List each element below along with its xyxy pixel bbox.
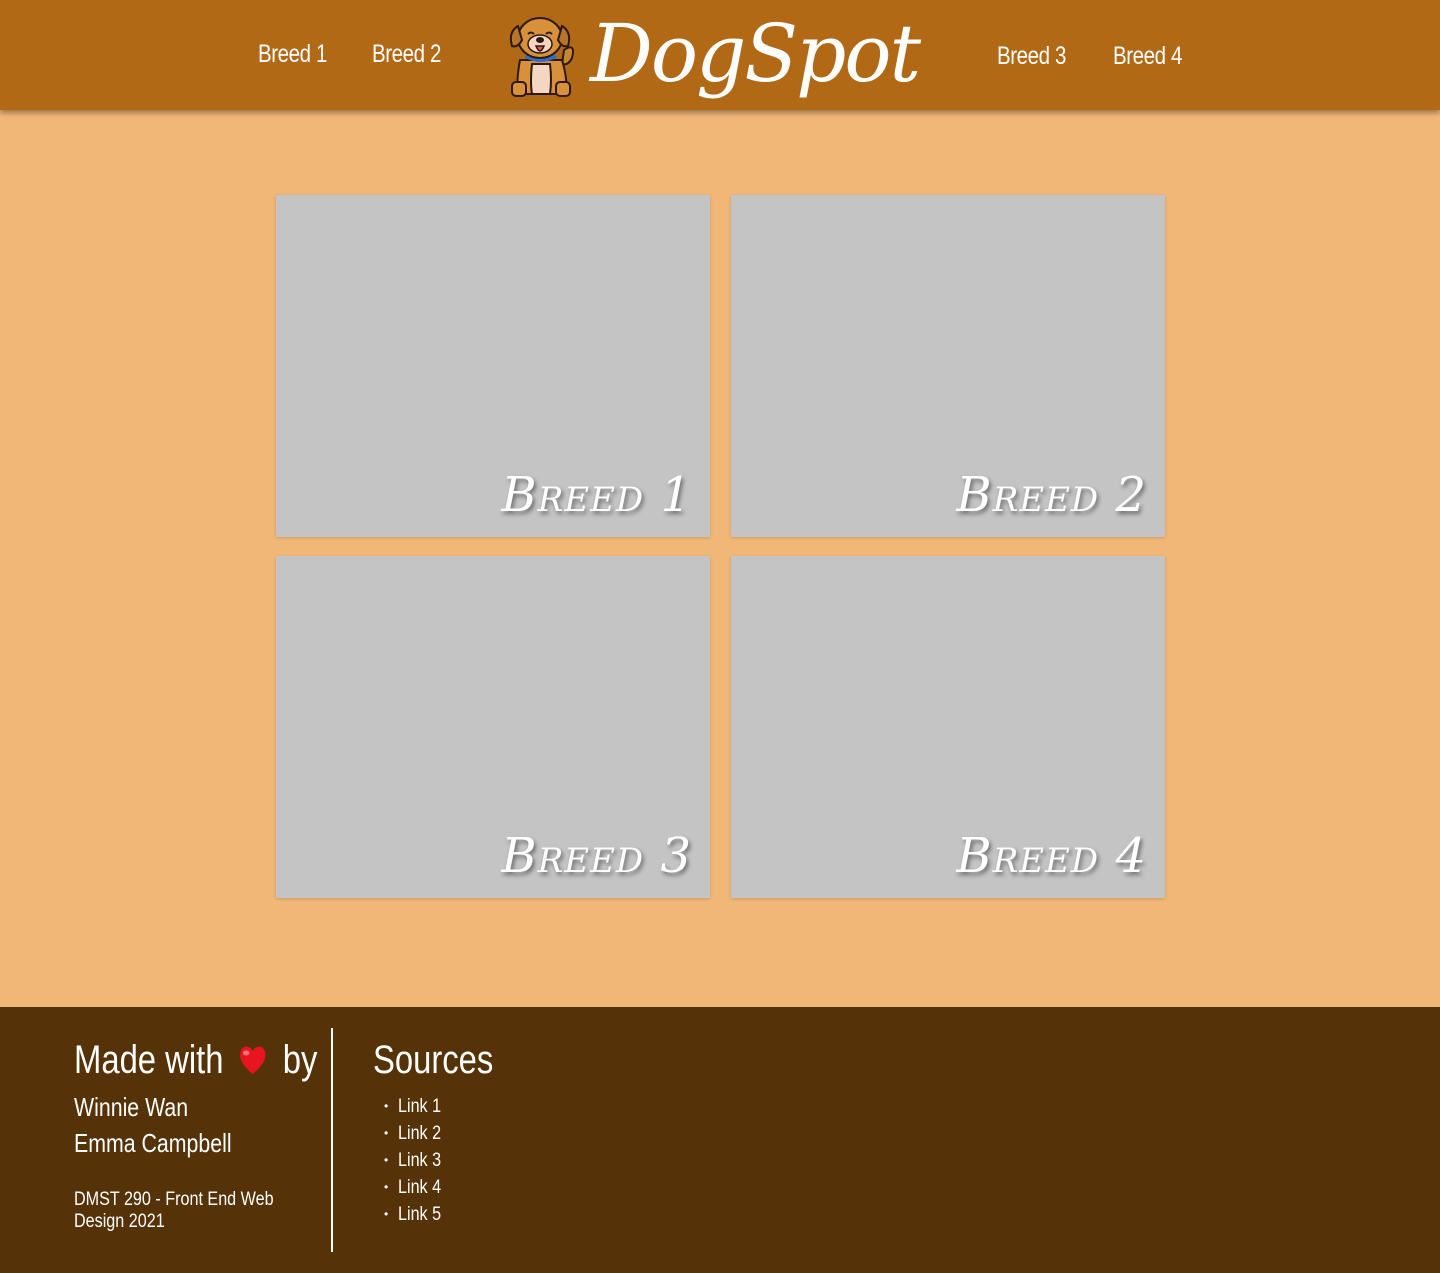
breed-card-label: Breed 4: [956, 828, 1147, 884]
nav-link-breed-1[interactable]: Breed 1: [258, 40, 327, 69]
source-link-3[interactable]: Link 3: [398, 1147, 441, 1174]
brand-logo-text[interactable]: DogSpot: [590, 6, 921, 102]
made-with-suffix: by: [282, 1038, 318, 1082]
breed-card-4[interactable]: Breed 4: [731, 556, 1165, 898]
bullet-icon: •: [384, 1153, 389, 1167]
list-item: • Link 2: [384, 1120, 449, 1147]
breed-card-1[interactable]: Breed 1: [276, 195, 710, 537]
sources-heading: Sources: [373, 1038, 494, 1082]
breed-card-label: Breed 3: [501, 828, 692, 884]
sources-list: • Link 1 • Link 2 • Link 3 • Link 4 • Link 5: [384, 1093, 449, 1228]
list-item: • Link 4: [384, 1174, 449, 1201]
bullet-icon: •: [384, 1180, 389, 1194]
list-item: • Link 5: [384, 1201, 449, 1228]
author-name: Winnie Wan: [74, 1092, 189, 1122]
bullet-icon: •: [384, 1099, 389, 1113]
dog-icon[interactable]: [506, 12, 578, 98]
footer-divider: [331, 1028, 333, 1252]
breed-card-label: Breed 2: [956, 467, 1147, 523]
bullet-icon: •: [384, 1126, 389, 1140]
list-item: • Link 1: [384, 1093, 449, 1120]
breed-card-3[interactable]: Breed 3: [276, 556, 710, 898]
source-link-5[interactable]: Link 5: [398, 1201, 441, 1228]
made-with-heading: Made with by: [74, 1038, 317, 1085]
site-header: Breed 1 Breed 2 DogSpot Breed 3 Breed 4: [0, 0, 1440, 110]
nav-link-breed-4[interactable]: Breed 4: [1113, 42, 1182, 71]
nav-link-breed-3[interactable]: Breed 3: [997, 42, 1066, 71]
heart-icon: [239, 1040, 267, 1085]
made-with-prefix: Made with: [74, 1038, 224, 1082]
author-name: Emma Campbell: [74, 1128, 232, 1158]
course-info: DMST 290 - Front End Web Design 2021: [74, 1189, 274, 1232]
source-link-4[interactable]: Link 4: [398, 1174, 441, 1201]
source-link-1[interactable]: Link 1: [398, 1093, 441, 1120]
list-item: • Link 3: [384, 1147, 449, 1174]
breed-card-2[interactable]: Breed 2: [731, 195, 1165, 537]
bullet-icon: •: [384, 1207, 389, 1221]
nav-link-breed-2[interactable]: Breed 2: [372, 40, 441, 69]
source-link-2[interactable]: Link 2: [398, 1120, 441, 1147]
breed-card-label: Breed 1: [501, 467, 692, 523]
